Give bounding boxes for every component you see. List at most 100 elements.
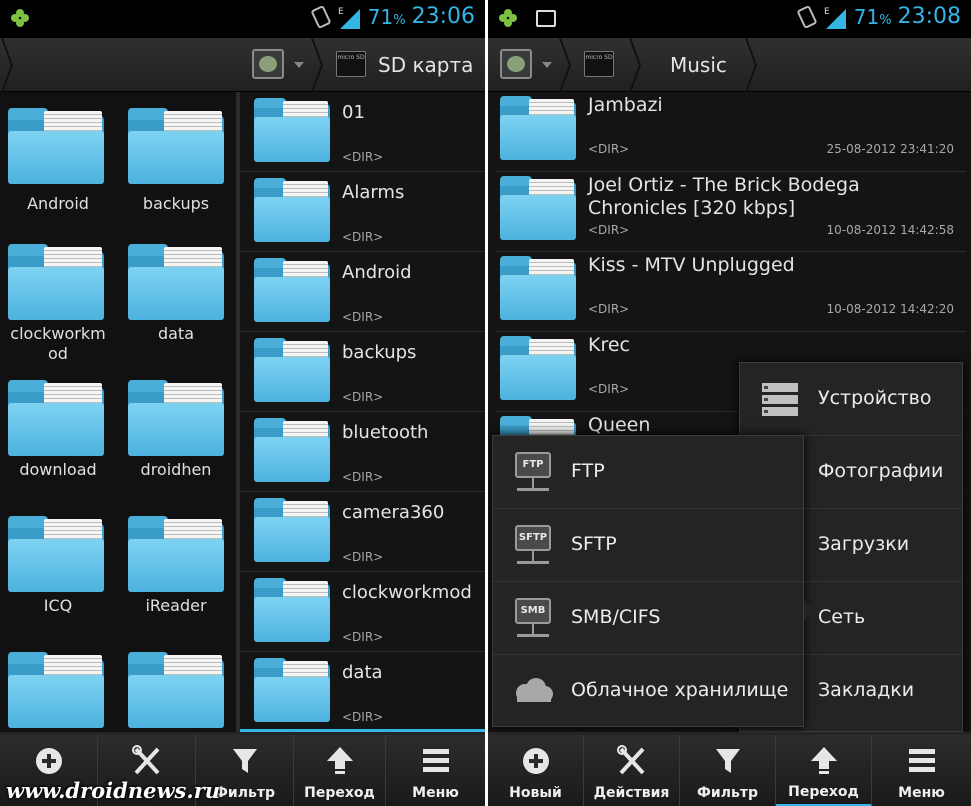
menu-label: Меню <box>898 785 945 801</box>
goto-label: Переход <box>304 785 375 801</box>
item-type: <DIR> <box>342 390 384 404</box>
folder-icon <box>8 244 104 320</box>
item-type: <DIR> <box>342 470 384 484</box>
folder-label: iReader <box>145 596 207 615</box>
breadcrumb-music[interactable]: Music <box>670 38 727 92</box>
item-name: Krec <box>588 334 630 356</box>
list-item[interactable]: Kiss - MTV Unplugged <DIR> 10-08-2012 14… <box>496 252 966 332</box>
folder-icon <box>128 380 224 456</box>
menu-item-label: Загрузки <box>818 533 910 555</box>
folder-label: backups <box>142 194 210 213</box>
device-button[interactable] <box>252 49 284 79</box>
item-type: <DIR> <box>342 630 384 644</box>
list-item[interactable]: Alarms <DIR> <box>240 172 485 252</box>
menu-item-label: Сеть <box>818 606 866 628</box>
folder-icon <box>128 108 224 184</box>
breadcrumb-sd-card[interactable]: SD карта <box>378 38 473 92</box>
goto-button[interactable]: Переход <box>294 735 386 806</box>
network-type-label: E <box>338 7 344 17</box>
vibrate-icon <box>797 5 817 28</box>
grid-folder-data[interactable]: data <box>118 234 234 370</box>
tools-icon <box>616 745 644 775</box>
app-notification-icon <box>11 9 29 27</box>
list-item[interactable]: clockworkmod <DIR> <box>240 572 485 652</box>
menu-item-sftp[interactable]: SFTP SFTP <box>493 509 803 582</box>
breadcrumb-chevron-icon <box>311 38 324 92</box>
menu-item-ftp[interactable]: FTP FTP <box>493 436 803 509</box>
list-item[interactable]: backups <DIR> <box>240 332 485 412</box>
sd-card-icon[interactable]: micro SD <box>584 51 614 77</box>
menu-icon <box>422 749 449 772</box>
dropdown-arrow-icon[interactable] <box>542 62 552 68</box>
folder-icon <box>500 336 576 400</box>
dropdown-arrow-icon[interactable] <box>294 62 304 68</box>
list-item[interactable]: bluetooth <DIR> <box>240 412 485 492</box>
device-button[interactable] <box>500 49 532 79</box>
goto-button[interactable]: Переход <box>776 735 872 806</box>
item-type: <DIR> <box>342 550 384 564</box>
item-date: 10-08-2012 14:42:20 <box>826 302 954 316</box>
network-submenu: FTP FTP SFTP SFTP SMB SMB/CIFS Облачное … <box>492 435 804 727</box>
menu-button[interactable]: Меню <box>386 735 485 806</box>
watermark: www.droidnews.ru <box>6 778 221 803</box>
list-item[interactable]: Android <DIR> <box>240 252 485 332</box>
menu-item-label: Облачное хранилище <box>571 679 789 701</box>
grid-folder-clockworkmod[interactable]: clockworkm od <box>0 234 116 370</box>
path-toolbar: micro SD SD карта <box>0 38 485 92</box>
submenu-pointer-icon <box>804 600 814 620</box>
server-icon <box>762 383 798 416</box>
actions-button[interactable]: Действия <box>584 735 680 806</box>
grid-folder-droidhen[interactable]: droidhen <box>118 370 234 506</box>
battery-percent: 71% <box>367 4 406 29</box>
folder-label: download <box>19 460 97 479</box>
new-button[interactable]: Новый <box>488 735 584 806</box>
app-notification-icon <box>499 9 517 27</box>
grid-folder-backups[interactable]: backups <box>118 98 234 234</box>
item-name: backups <box>342 342 417 363</box>
item-date: 25-08-2012 23:41:20 <box>826 142 954 156</box>
list-item[interactable]: 01 <DIR> <box>240 92 485 172</box>
menu-item-cloud[interactable]: Облачное хранилище <box>493 655 803 728</box>
tools-icon <box>131 745 159 775</box>
filter-button[interactable]: Фильтр <box>680 735 776 806</box>
status-bar: E 71% 23:06 <box>0 0 485 38</box>
folder-icon <box>254 178 330 242</box>
folder-icon <box>254 418 330 482</box>
grid-folder-download[interactable]: download <box>0 370 116 506</box>
add-icon <box>35 748 62 774</box>
vibrate-icon <box>311 5 331 28</box>
item-type: <DIR> <box>588 142 630 156</box>
item-name: data <box>342 662 383 683</box>
cloud-icon <box>516 678 553 702</box>
list-item[interactable]: Joel Ortiz - The Brick Bodega Chronicles… <box>496 172 966 252</box>
menu-item-label: Закладки <box>818 679 915 701</box>
grid-folder-icq[interactable]: ICQ <box>0 506 116 642</box>
grid-folder-android[interactable]: Android <box>0 98 116 234</box>
folder-icon <box>500 256 576 320</box>
menu-item-label: Устройство <box>818 387 932 409</box>
item-type: <DIR> <box>588 302 630 316</box>
menu-icon <box>908 749 935 772</box>
clock: 23:06 <box>411 4 475 29</box>
folder-label: Android <box>27 194 89 213</box>
signal-icon: E <box>338 7 360 29</box>
folder-label: ICQ <box>43 596 73 615</box>
menu-item-label: Фотографии <box>818 460 944 482</box>
folder-icon <box>8 516 104 592</box>
list-item[interactable]: Jambazi <DIR> 25-08-2012 23:41:20 <box>496 92 966 172</box>
arrow-up-icon <box>810 747 837 774</box>
path-toolbar: micro SD Music <box>488 38 971 92</box>
item-type: <DIR> <box>342 310 384 324</box>
list-item[interactable]: data <DIR> <box>240 652 485 732</box>
grid-folder-ireader[interactable]: iReader <box>118 506 234 642</box>
folder-icon <box>128 244 224 320</box>
network-type-label: E <box>824 7 830 17</box>
folder-icon <box>8 652 104 728</box>
menu-item-device[interactable]: Устройство <box>740 363 962 436</box>
list-item[interactable]: camera360 <DIR> <box>240 492 485 572</box>
folder-icon <box>254 658 330 722</box>
menu-button[interactable]: Меню <box>872 735 971 806</box>
item-name: Android <box>342 262 412 283</box>
folder-list: 01 <DIR> Alarms <DIR> Android <DIR> back… <box>240 92 485 732</box>
menu-item-smb[interactable]: SMB SMB/CIFS <box>493 582 803 655</box>
